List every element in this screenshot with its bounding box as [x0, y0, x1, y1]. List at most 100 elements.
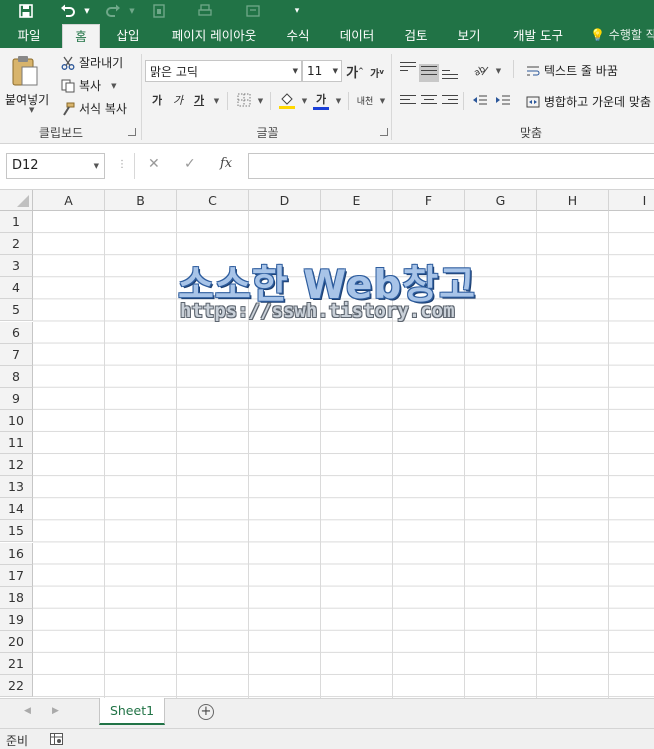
row-header[interactable]: 2: [0, 233, 33, 256]
row-header[interactable]: 22: [0, 675, 33, 698]
cut-button[interactable]: 잘라내기: [60, 54, 123, 71]
tell-me-search[interactable]: 💡 수행할 작: [590, 22, 654, 48]
column-header[interactable]: F: [393, 190, 465, 211]
column-header[interactable]: G: [465, 190, 537, 211]
enter-check-icon[interactable]: ✓: [184, 156, 196, 172]
format-painter-button[interactable]: 서식 복사: [60, 100, 127, 117]
select-all-button[interactable]: [0, 190, 33, 211]
row-header[interactable]: 6: [0, 321, 33, 344]
row-header[interactable]: 3: [0, 255, 33, 278]
bold-button[interactable]: 가: [150, 92, 164, 108]
scroll-left-icon[interactable]: ◀: [24, 706, 31, 716]
macro-record-icon[interactable]: [50, 733, 63, 745]
increase-indent-icon[interactable]: [494, 92, 512, 108]
row-header[interactable]: 1: [0, 211, 33, 234]
left-align-icon[interactable]: [400, 95, 416, 109]
print-preview-icon[interactable]: [196, 0, 214, 22]
tab-formulas[interactable]: 수식: [278, 22, 318, 48]
shrink-font-button[interactable]: 가v: [370, 64, 384, 80]
save-icon[interactable]: [16, 0, 36, 22]
tab-insert[interactable]: 삽입: [108, 22, 148, 48]
tab-file[interactable]: 파일: [6, 22, 52, 48]
middle-align-icon[interactable]: [419, 64, 439, 82]
row-header[interactable]: 10: [0, 409, 33, 432]
border-dropdown-icon[interactable]: ▼: [254, 96, 264, 106]
redo-dropdown-icon[interactable]: ▼: [127, 0, 137, 22]
row-header[interactable]: 18: [0, 586, 33, 609]
column-header[interactable]: A: [33, 190, 105, 211]
right-align-icon[interactable]: [442, 95, 458, 109]
fill-color-dropdown-icon[interactable]: ▼: [298, 96, 308, 106]
touch-mode-icon[interactable]: [150, 0, 168, 22]
undo-dropdown-icon[interactable]: ▼: [82, 0, 92, 22]
column-header[interactable]: H: [537, 190, 609, 211]
column-header[interactable]: B: [105, 190, 177, 211]
grow-font-button[interactable]: 가 ^: [346, 62, 364, 81]
tab-developer[interactable]: 개발 도구: [503, 22, 573, 48]
font-name-select[interactable]: 맑은 고딕 ▼: [145, 60, 302, 82]
row-header[interactable]: 11: [0, 432, 33, 455]
column-header[interactable]: D: [249, 190, 321, 211]
add-sheet-icon[interactable]: +: [198, 704, 214, 720]
underline-button[interactable]: 가: [192, 92, 206, 108]
font-color-dropdown-icon[interactable]: ▼: [332, 96, 342, 106]
bottom-align-icon[interactable]: [442, 70, 458, 84]
tab-review[interactable]: 검토: [396, 22, 436, 48]
chevron-down-icon: ▼: [93, 162, 99, 170]
row-header[interactable]: 5: [0, 299, 33, 322]
orientation-dropdown-icon[interactable]: ▼: [492, 66, 502, 76]
column-header[interactable]: C: [177, 190, 249, 211]
center-align-icon[interactable]: [421, 95, 437, 109]
row-header[interactable]: 14: [0, 498, 33, 521]
font-size-select[interactable]: 11 ▼: [302, 60, 342, 82]
phonetic-guide-button[interactable]: 내천: [355, 90, 375, 110]
merge-center-button[interactable]: 병합하고 가운데 맞춤: [525, 93, 651, 110]
undo-icon[interactable]: [58, 0, 78, 22]
row-header[interactable]: 8: [0, 365, 33, 388]
sheet-tab-sheet1[interactable]: Sheet1: [99, 698, 165, 725]
paste-icon[interactable]: [10, 54, 50, 88]
tab-view[interactable]: 보기: [449, 22, 489, 48]
orientation-icon[interactable]: ab: [472, 62, 490, 78]
clipboard-launcher-icon[interactable]: [128, 128, 136, 136]
row-header[interactable]: 4: [0, 277, 33, 300]
row-header[interactable]: 19: [0, 608, 33, 631]
formula-input[interactable]: [248, 153, 654, 179]
row-header[interactable]: 21: [0, 653, 33, 676]
font-color-button[interactable]: 가: [312, 90, 330, 110]
column-header[interactable]: E: [321, 190, 393, 211]
font-launcher-icon[interactable]: [380, 128, 388, 136]
phonetic-dropdown-icon[interactable]: ▼: [376, 96, 386, 106]
border-icon[interactable]: [236, 92, 252, 108]
copy-dropdown-icon[interactable]: ▼: [111, 82, 116, 90]
ribbon-tabs: 파일 홈 삽입 페이지 레이아웃 수식 데이터 검토 보기 개발 도구 💡 수행…: [0, 22, 654, 48]
underline-dropdown-icon[interactable]: ▼: [210, 96, 220, 106]
wrap-text-button[interactable]: 텍스트 줄 바꿈: [525, 62, 618, 79]
tab-home[interactable]: 홈: [62, 24, 100, 48]
tab-page-layout[interactable]: 페이지 레이아웃: [160, 22, 268, 48]
tab-data[interactable]: 데이터: [333, 22, 381, 48]
scroll-right-icon[interactable]: ▶: [52, 706, 59, 716]
fill-color-icon[interactable]: [278, 90, 296, 110]
row-header[interactable]: 9: [0, 387, 33, 410]
name-box[interactable]: D12 ▼: [6, 153, 105, 179]
insert-function-button[interactable]: fx: [220, 156, 232, 171]
decrease-indent-icon[interactable]: [471, 92, 489, 108]
quick-print-icon[interactable]: [244, 0, 262, 22]
top-align-icon[interactable]: [400, 62, 416, 76]
row-header[interactable]: 17: [0, 564, 33, 587]
formula-bar-grip-icon[interactable]: ⋮: [117, 159, 127, 170]
paste-dropdown-icon[interactable]: ▼: [26, 106, 34, 114]
customize-qat-icon[interactable]: ▾: [290, 0, 304, 22]
row-header[interactable]: 16: [0, 542, 33, 565]
redo-icon[interactable]: [103, 0, 123, 22]
column-header[interactable]: I: [609, 190, 654, 211]
row-header[interactable]: 7: [0, 343, 33, 366]
italic-button[interactable]: 가: [171, 92, 185, 108]
row-header[interactable]: 13: [0, 476, 33, 499]
row-header[interactable]: 12: [0, 454, 33, 477]
row-header[interactable]: 20: [0, 630, 33, 653]
row-header[interactable]: 15: [0, 520, 33, 543]
copy-button[interactable]: 복사 ▼: [60, 77, 116, 94]
cancel-icon[interactable]: ✕: [148, 156, 160, 172]
